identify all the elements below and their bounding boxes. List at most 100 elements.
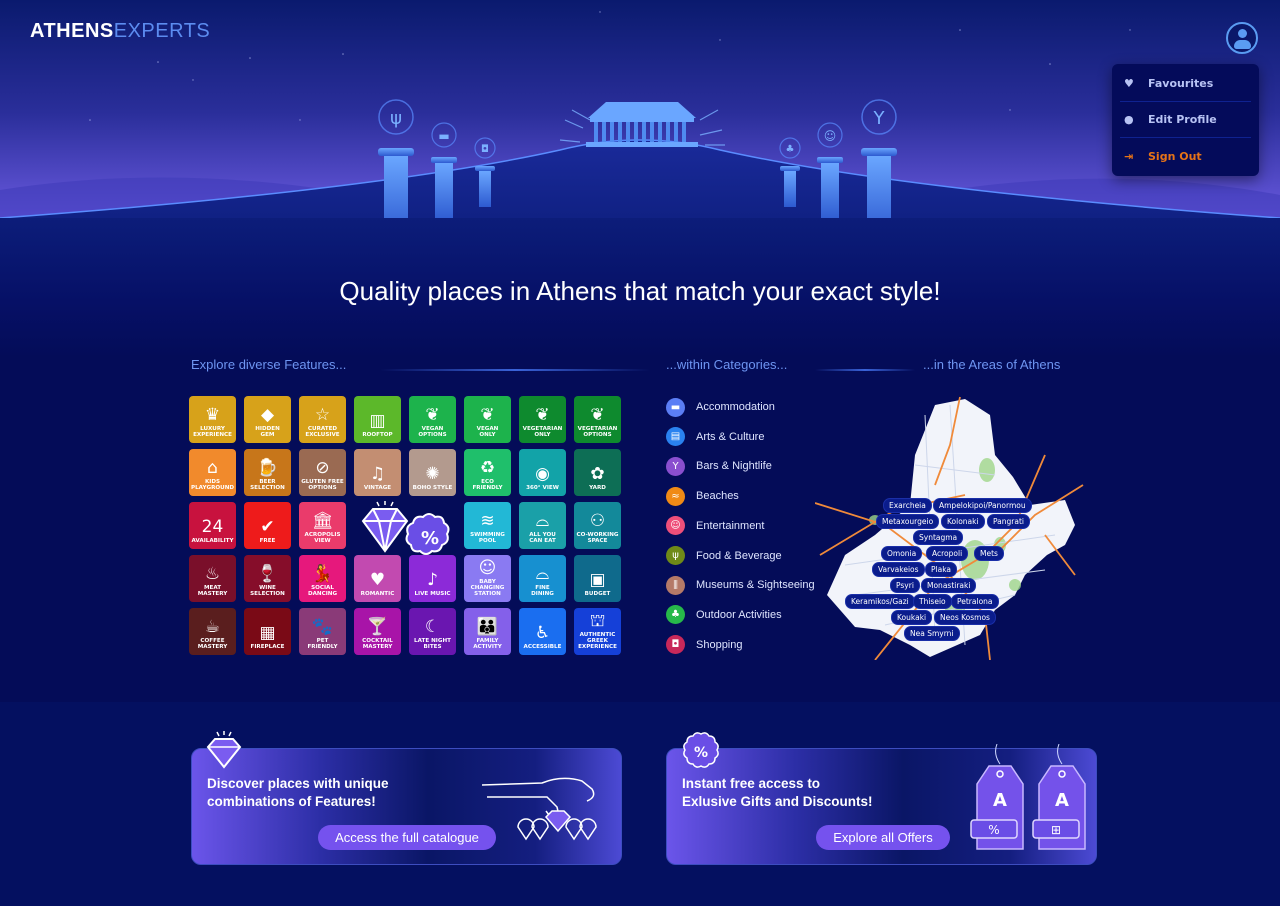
category-entertainment[interactable]: ☺ Entertainment	[666, 516, 826, 536]
feature-tile-late-night-bites[interactable]: ☾ Late Night Bites	[409, 608, 456, 655]
acropolis-view-icon: 🏛	[311, 511, 334, 532]
feature-tile-label: Boho Style	[412, 485, 453, 492]
feature-tile-boho-style[interactable]: ✺ Boho Style	[409, 449, 456, 496]
feature-tile-wine-selection[interactable]: 🍷 Wine Selection	[244, 555, 291, 602]
area-pill-metaxourgeio[interactable]: Metaxourgeio	[876, 514, 940, 529]
area-pill-thiseio[interactable]: Thiseio	[913, 594, 952, 609]
feature-tile-fireplace[interactable]: ▦ Fireplace	[244, 608, 291, 655]
logo[interactable]: ATHENSEXPERTS	[30, 20, 210, 43]
feature-tile-eco-friendly[interactable]: ♻ Eco Friendly	[464, 449, 511, 496]
area-pill-psyri[interactable]: Psyri	[890, 578, 920, 593]
area-pill-acropoli[interactable]: Acropoli	[926, 546, 969, 561]
area-pill-varvakeios[interactable]: Varvakeios	[872, 562, 925, 577]
explore-offers-button[interactable]: Explore all Offers	[816, 825, 950, 850]
feature-tile-live-music[interactable]: ♪ Live Music	[409, 555, 456, 602]
cocktail-icon: Y	[666, 456, 685, 476]
category-label: Accommodation	[696, 401, 775, 413]
area-pill-exarcheia[interactable]: Exarcheia	[883, 498, 932, 513]
all-you-can-eat-icon: ⌓	[535, 511, 550, 532]
feature-tile-baby-changing-station[interactable]: ☺ Baby Changing Station	[464, 555, 511, 602]
beer-selection-icon: 🍺	[256, 458, 279, 479]
feature-tile-acropolis-view[interactable]: 🏛 Acropolis View	[299, 502, 346, 549]
feature-tile-yard[interactable]: ✿ Yard	[574, 449, 621, 496]
feature-tile-rooftop[interactable]: ▥ Rooftop	[354, 396, 401, 443]
feature-tile-fine-dining[interactable]: ⌓ Fine Dining	[519, 555, 566, 602]
feature-tile-family-activity[interactable]: 👪 Family Activity	[464, 608, 511, 655]
feature-tile-hidden-gem[interactable]: ◆ Hidden Gem	[244, 396, 291, 443]
area-pill-keramikos-gazi[interactable]: Keramikos/Gazi	[845, 594, 915, 609]
areas-section-title: ...in the Areas of Athens	[923, 357, 1061, 372]
category-shopping[interactable]: ◘ Shopping	[666, 635, 826, 655]
feature-tile-vegan-only[interactable]: ❦ Vegan Only	[464, 396, 511, 443]
area-pill-neos-kosmos[interactable]: Neos Kosmos	[934, 610, 996, 625]
area-pill-nea-smyrni[interactable]: Nea Smyrni	[904, 626, 960, 641]
feature-tile-vegetarian-only[interactable]: ❦ Vegetarian Only	[519, 396, 566, 443]
feature-tile-label: Accessible	[523, 644, 562, 651]
gift-tags-icon: A % A ⊞	[970, 744, 1086, 850]
feature-tile-label: Fine Dining	[531, 585, 554, 598]
feature-tile-kids-playground[interactable]: ⌂ Kids Playground	[189, 449, 236, 496]
category-museums-sightseeing[interactable]: ⫼ Museums & Sightseeing	[666, 575, 826, 595]
menu-item-label: Favourites	[1148, 77, 1214, 90]
feature-tile-coffee-mastery[interactable]: ☕ Coffee Mastery	[189, 608, 236, 655]
feature-tile-vintage[interactable]: ♫ Vintage	[354, 449, 401, 496]
category-food-beverage[interactable]: ψ Food & Beverage	[666, 546, 826, 566]
user-avatar-button[interactable]	[1226, 22, 1258, 54]
bed-icon: ▬	[438, 129, 449, 143]
area-pill-omonia[interactable]: Omonia	[881, 546, 923, 561]
feature-tile-beer-selection[interactable]: 🍺 Beer Selection	[244, 449, 291, 496]
category-arts-culture[interactable]: ▤ Arts & Culture	[666, 427, 826, 447]
feature-tile-meat-mastery[interactable]: ♨ Meat Mastery	[189, 555, 236, 602]
category-label: Museums & Sightseeing	[696, 579, 815, 592]
feature-tile-co-working-space[interactable]: ⚇ Co-Working Space	[574, 502, 621, 549]
category-outdoor-activities[interactable]: ♣ Outdoor Activities	[666, 605, 826, 625]
feature-tile-cocktail-mastery[interactable]: 🍸 Cocktail Mastery	[354, 608, 401, 655]
feature-tile-gluten-free-options[interactable]: ⊘ Gluten Free Options	[299, 449, 346, 496]
menu-item-edit-profile[interactable]: ● Edit Profile	[1120, 102, 1251, 138]
feature-tile-budget[interactable]: ▣ Budget	[574, 555, 621, 602]
area-pill-syntagma[interactable]: Syntagma	[913, 530, 964, 545]
feature-tile-label: Live Music	[414, 591, 451, 598]
category-accommodation[interactable]: ▬ Accommodation	[666, 397, 826, 417]
category-label: Outdoor Activities	[696, 608, 782, 621]
percent-badge-icon: %	[683, 732, 719, 768]
area-pill-kolonaki[interactable]: Kolonaki	[941, 514, 985, 529]
feature-tile-free[interactable]: ✔ Free	[244, 502, 291, 549]
feature-tile-vegan-options[interactable]: ❦ Vegan Options	[409, 396, 456, 443]
co-working-space-icon: ⚇	[589, 511, 606, 532]
access-catalogue-button[interactable]: Access the full catalogue	[318, 825, 496, 850]
feature-tile-vegetarian-options[interactable]: ❦ Vegetarian Options	[574, 396, 621, 443]
feature-tile-social-dancing[interactable]: 💃 Social Dancing	[299, 555, 346, 602]
area-pill-mets[interactable]: Mets	[974, 546, 1004, 561]
user-circle-icon	[1238, 29, 1247, 38]
feature-tile-360-view[interactable]: ◉ 360° View	[519, 449, 566, 496]
feature-tile-label: Free	[259, 538, 276, 545]
fork-knife-icon: ψ	[666, 546, 685, 565]
feature-tile-authentic-greek-experience[interactable]: ⛫ Authentic Greek Experience	[574, 608, 621, 655]
area-pill-ampelokipoi-panormou[interactable]: Ampelokipoi/Panormou	[933, 498, 1032, 513]
feature-tile-label: Cocktail Mastery	[362, 638, 393, 651]
feature-tile-luxury-experience[interactable]: ♛ Luxury Experience	[189, 396, 236, 443]
category-beaches[interactable]: ≈ Beaches	[666, 486, 826, 506]
menu-item-sign-out[interactable]: ⇥ Sign Out	[1120, 138, 1251, 174]
accessible-icon: ♿	[534, 623, 551, 644]
feature-tile-romantic[interactable]: ♥ Romantic	[354, 555, 401, 602]
area-pill-plaka[interactable]: Plaka	[925, 562, 958, 577]
feature-tile-pet-friendly[interactable]: 🐾 Pet Friendly	[299, 608, 346, 655]
feature-tile-availability[interactable]: 24 Availability	[189, 502, 236, 549]
category-bars-nightlife[interactable]: Y Bars & Nightlife	[666, 456, 826, 476]
area-pill-pangrati[interactable]: Pangrati	[987, 514, 1030, 529]
feature-tile-curated-exclusive[interactable]: ☆ Curated Exclusive	[299, 396, 346, 443]
menu-item-favourites[interactable]: ♥ Favourites	[1120, 66, 1251, 102]
tree-icon: ♣	[666, 605, 685, 625]
area-pill-petralona[interactable]: Petralona	[951, 594, 999, 609]
menu-item-label: Edit Profile	[1148, 113, 1217, 126]
diamond-discount-badge: %	[361, 501, 450, 555]
vegetarian-options-icon: ❦	[590, 405, 605, 426]
feature-tile-swimming-pool[interactable]: ≋ Swimming Pool	[464, 502, 511, 549]
area-pill-monastiraki[interactable]: Monastiraki	[921, 578, 977, 593]
tag-percent-label: %	[988, 823, 999, 837]
feature-tile-all-you-can-eat[interactable]: ⌓ All You Can Eat	[519, 502, 566, 549]
feature-tile-accessible[interactable]: ♿ Accessible	[519, 608, 566, 655]
area-pill-koukaki[interactable]: Koukaki	[891, 610, 933, 625]
